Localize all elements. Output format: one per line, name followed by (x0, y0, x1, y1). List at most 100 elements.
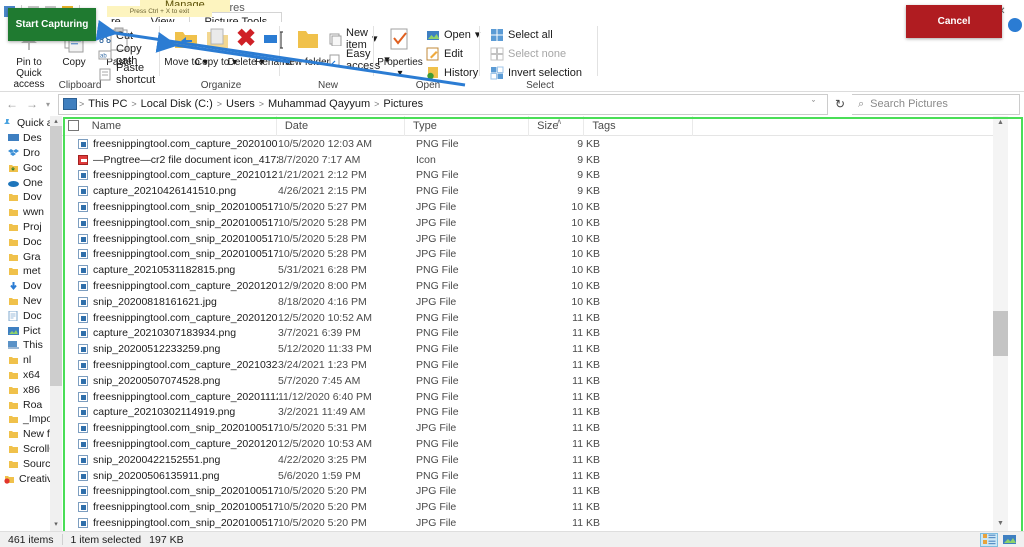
sidebar-scrollbar[interactable]: ▴ ▾ (50, 116, 62, 531)
history-button[interactable]: History (426, 64, 478, 81)
file-name-cell[interactable]: snip_20200507074528.png (62, 375, 278, 387)
file-name-cell[interactable]: freesnippingtool.com_snip_20201005172749… (62, 201, 278, 213)
file-list-scroll-thumb[interactable] (993, 311, 1008, 356)
table-row[interactable]: freesnippingtool.com_snip_20201005172031… (62, 515, 1008, 531)
scroll-up-icon[interactable]: ▲ (993, 116, 1008, 130)
table-row[interactable]: freesnippingtool.com_capture_20201205105… (62, 436, 1008, 452)
file-name-cell[interactable]: freesnippingtool.com_snip_20201005172820… (62, 233, 278, 245)
table-row[interactable]: freesnippingtool.com_capture_20210121141… (62, 168, 1008, 184)
table-row[interactable]: freesnippingtool.com_snip_20201005172026… (62, 499, 1008, 515)
file-name-cell[interactable]: freesnippingtool.com_capture_20201112184… (62, 391, 278, 403)
table-row[interactable]: freesnippingtool.com_snip_20201005172822… (62, 247, 1008, 263)
breadcrumb-item-user[interactable]: Muhammad Qayyum (264, 98, 374, 110)
start-capturing-button[interactable]: Start Capturing (8, 8, 96, 41)
breadcrumb-item-local-disk[interactable]: Local Disk (C:) (137, 98, 217, 110)
breadcrumb-item-pictures[interactable]: Pictures (379, 98, 427, 110)
table-row[interactable]: freesnippingtool.com_capture_20201209200… (62, 278, 1008, 294)
downloads-icon (8, 163, 19, 173)
file-type-cell: JPG File (416, 295, 457, 308)
file-name-cell[interactable]: capture_20210307183934.png (62, 327, 278, 339)
column-header-type[interactable]: Type (405, 115, 530, 136)
cut-button[interactable]: Cut (98, 27, 133, 44)
table-row[interactable]: capture_20210531182815.png 5/31/2021 6:28… (62, 262, 1008, 278)
file-name-cell[interactable]: capture_20210531182815.png (62, 264, 278, 276)
file-name-cell[interactable]: freesnippingtool.com_snip_20201005173116… (62, 422, 278, 434)
table-row[interactable]: freesnippingtool.com_capture_20201005000… (62, 136, 1008, 152)
scroll-down-icon[interactable]: ▾ (50, 519, 62, 531)
new-folder-button[interactable]: New folder (282, 25, 330, 68)
file-name-cell[interactable]: freesnippingtool.com_capture_20210324132… (62, 359, 278, 371)
file-name-cell[interactable]: freesnippingtool.com_snip_20201005172822… (62, 248, 278, 260)
sidebar-scroll-thumb[interactable] (50, 126, 62, 386)
table-row[interactable]: freesnippingtool.com_snip_20201005172820… (62, 231, 1008, 247)
breadcrumb[interactable]: > This PC > Local Disk (C:) > Users > Mu… (58, 93, 828, 115)
file-name-cell[interactable]: freesnippingtool.com_capture_20201005000… (62, 138, 278, 150)
image-file-icon (78, 170, 88, 181)
table-row[interactable]: freesnippingtool.com_capture_20201112184… (62, 389, 1008, 405)
file-name-cell[interactable]: freesnippingtool.com_capture_20210121141… (62, 169, 278, 181)
breadcrumb-item-users[interactable]: Users (222, 98, 259, 110)
invert-selection-button[interactable]: Invert selection (490, 64, 582, 81)
forward-icon[interactable]: → (26, 97, 38, 111)
file-name-cell[interactable]: capture_20210302114919.png (62, 406, 278, 418)
breadcrumb-item-this-pc[interactable]: This PC (84, 98, 131, 110)
open-button[interactable]: Open ▾ (426, 26, 480, 43)
file-name-cell[interactable]: freesnippingtool.com_capture_20201205105… (62, 312, 278, 324)
file-name-cell[interactable]: snip_20200506135911.png (62, 470, 278, 482)
file-name-cell[interactable]: freesnippingtool.com_snip_20201005172817… (62, 217, 278, 229)
file-name-cell[interactable]: snip_20200818161621.jpg (62, 296, 278, 308)
breadcrumb-dropdown-icon[interactable]: ˇ (804, 99, 823, 109)
file-name-cell[interactable]: freesnippingtool.com_snip_20201005172021… (62, 485, 278, 497)
capture-badge-icon[interactable] (1008, 18, 1022, 32)
table-row[interactable]: freesnippingtool.com_snip_20201005172817… (62, 215, 1008, 231)
table-row[interactable]: snip_20200507074528.png 5/7/2020 7:45 AM P… (62, 373, 1008, 389)
file-name-cell[interactable]: capture_20210426141510.png (62, 185, 278, 197)
select-all-checkbox[interactable] (68, 120, 79, 132)
file-name-cell[interactable]: freesnippingtool.com_capture_20201209200… (62, 280, 278, 292)
edit-button[interactable]: Edit (426, 45, 463, 62)
svg-text:ab: ab (100, 53, 107, 59)
select-all-button[interactable]: Select all (490, 26, 553, 43)
new-item-button[interactable]: New item ▾ (328, 27, 378, 51)
details-view-button[interactable] (980, 532, 998, 547)
search-box[interactable]: ⌕ Search Pictures (852, 93, 1020, 115)
table-row[interactable]: capture_20210302114919.png 3/2/2021 11:49… (62, 405, 1008, 421)
back-icon[interactable]: ← (6, 97, 18, 111)
table-row[interactable]: freesnippingtool.com_snip_20201005173116… (62, 420, 1008, 436)
scroll-down-icon[interactable]: ▼ (993, 517, 1008, 531)
file-date-cell: 10/5/2020 5:28 PM (278, 232, 367, 245)
file-rows[interactable]: freesnippingtool.com_capture_20201005000… (62, 136, 1008, 531)
table-row[interactable]: snip_20200506135911.png 5/6/2020 1:59 PM P… (62, 468, 1008, 484)
copy-path-button[interactable]: ab Copy path (98, 43, 160, 67)
table-row[interactable]: snip_20200512233259.png 5/12/2020 11:33 P… (62, 341, 1008, 357)
column-header-tags[interactable]: Tags (584, 115, 693, 136)
column-header-name[interactable]: Name (84, 115, 277, 136)
select-all-checkbox-header[interactable] (62, 116, 84, 136)
cancel-button[interactable]: Cancel (906, 5, 1002, 38)
table-row[interactable]: snip_20200818161621.jpg 8/18/2020 4:16 PM… (62, 294, 1008, 310)
file-name-cell[interactable]: —Pngtree—cr2 file document icon_4172398.… (62, 154, 278, 166)
properties-caret[interactable]: ▾ (397, 68, 402, 79)
large-icons-view-button[interactable] (1000, 533, 1018, 547)
table-row[interactable]: capture_20210307183934.png 3/7/2021 6:39 … (62, 326, 1008, 342)
column-header-size[interactable]: ∧ Size (529, 115, 585, 136)
search-input[interactable]: Search Pictures (870, 98, 948, 110)
recent-locations-icon[interactable]: ▾ (46, 100, 50, 109)
file-list-scrollbar[interactable]: ▲ ▼ (993, 116, 1008, 531)
select-none-button[interactable]: Select none (490, 45, 566, 62)
refresh-button[interactable]: ↻ (828, 97, 852, 111)
table-row[interactable]: freesnippingtool.com_capture_20201205105… (62, 310, 1008, 326)
file-name-cell[interactable]: freesnippingtool.com_snip_20201005172026… (62, 501, 278, 513)
properties-button[interactable]: Properties ▾ (376, 25, 424, 79)
table-row[interactable]: freesnippingtool.com_snip_20201005172749… (62, 199, 1008, 215)
file-name-cell[interactable]: freesnippingtool.com_capture_20201205105… (62, 438, 278, 450)
table-row[interactable]: freesnippingtool.com_snip_20201005172021… (62, 484, 1008, 500)
table-row[interactable]: capture_20210426141510.png 4/26/2021 2:15… (62, 183, 1008, 199)
file-name-cell[interactable]: snip_20200422152551.png (62, 454, 278, 466)
table-row[interactable]: —Pngtree—cr2 file document icon_4172398.… (62, 152, 1008, 168)
column-header-date[interactable]: Date (277, 115, 405, 136)
table-row[interactable]: snip_20200422152551.png 4/22/2020 3:25 PM… (62, 452, 1008, 468)
table-row[interactable]: freesnippingtool.com_capture_20210324132… (62, 357, 1008, 373)
file-name-cell[interactable]: freesnippingtool.com_snip_20201005172031… (62, 517, 278, 529)
file-name-cell[interactable]: snip_20200512233259.png (62, 343, 278, 355)
